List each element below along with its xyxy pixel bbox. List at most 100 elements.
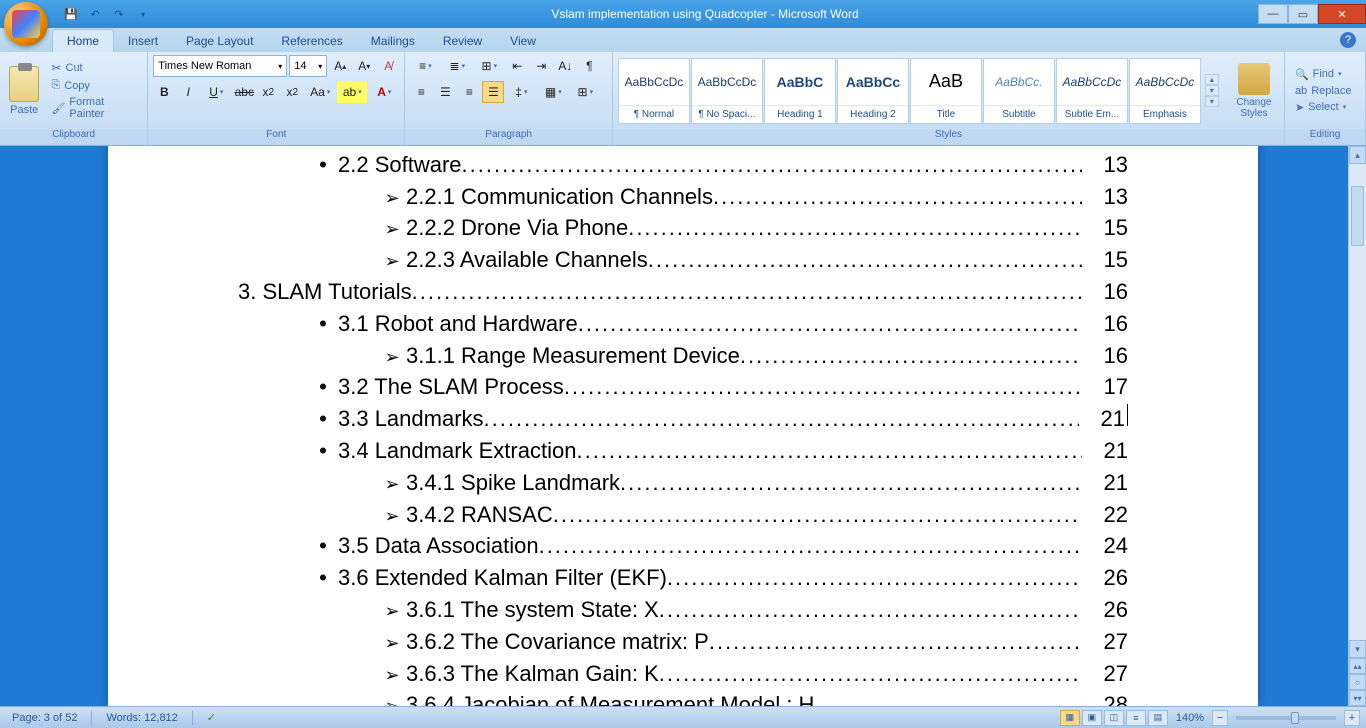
shading-button[interactable]: ▦▾	[538, 81, 568, 103]
tab-view[interactable]: View	[496, 30, 550, 52]
cut-button[interactable]: ✂Cut	[47, 60, 142, 76]
style-item-6[interactable]: AaBbCcDcSubtle Em...	[1056, 58, 1128, 124]
brush-icon: 🖌	[51, 102, 65, 115]
style-item-5[interactable]: AaBbCc.Subtitle	[983, 58, 1055, 124]
full-screen-view[interactable]: ▣	[1082, 710, 1102, 726]
qat-customize-icon[interactable]: ▾	[134, 5, 152, 23]
align-right-button[interactable]: ≡	[458, 81, 480, 103]
clear-formatting-button[interactable]: A̸	[377, 55, 399, 77]
save-icon[interactable]: 💾	[62, 5, 80, 23]
sort-button[interactable]: A↓	[554, 55, 576, 77]
web-layout-view[interactable]: ◫	[1104, 710, 1124, 726]
scissors-icon: ✂	[51, 61, 61, 75]
decrease-indent-button[interactable]: ⇤	[506, 55, 528, 77]
minimize-button[interactable]: —	[1258, 4, 1288, 24]
toc-dots	[576, 436, 1082, 468]
toc-dots	[667, 563, 1082, 595]
align-left-button[interactable]: ≡	[410, 81, 432, 103]
styles-expand[interactable]: ▾	[1205, 96, 1219, 107]
numbering-button[interactable]: ≣▾	[442, 55, 472, 77]
text-cursor	[1127, 404, 1128, 426]
paste-button[interactable]: Paste	[5, 66, 43, 116]
tab-mailings[interactable]: Mailings	[357, 30, 429, 52]
zoom-out-button[interactable]: −	[1212, 710, 1228, 726]
tab-insert[interactable]: Insert	[114, 30, 172, 52]
style-item-2[interactable]: AaBbCHeading 1	[764, 58, 836, 124]
page-indicator[interactable]: Page: 3 of 52	[6, 712, 83, 724]
justify-button[interactable]: ☰	[482, 81, 504, 103]
find-button[interactable]: 🔍Find▾	[1292, 67, 1355, 82]
undo-icon[interactable]: ↶	[86, 5, 104, 23]
print-layout-view[interactable]: ▦	[1060, 710, 1080, 726]
select-button[interactable]: ➤Select▾	[1292, 100, 1355, 115]
style-item-0[interactable]: AaBbCcDc¶ Normal	[618, 58, 690, 124]
style-item-4[interactable]: AaBTitle	[910, 58, 982, 124]
change-case-button[interactable]: Aa▾	[305, 81, 335, 103]
spellcheck-icon[interactable]: ✓	[201, 711, 222, 724]
bullet-icon: •	[308, 309, 338, 340]
highlight-button[interactable]: ab▾	[337, 81, 367, 103]
bold-button[interactable]: B	[153, 81, 175, 103]
tab-page-layout[interactable]: Page Layout	[172, 30, 267, 52]
toc-text: 3. SLAM Tutorials	[238, 277, 412, 308]
clipboard-group-label: Clipboard	[0, 129, 147, 145]
toc-text: 3.6.1 The system State: X	[406, 595, 659, 626]
bullet-icon: •	[308, 150, 338, 181]
style-item-1[interactable]: AaBbCcDc¶ No Spaci...	[691, 58, 763, 124]
redo-icon[interactable]: ↷	[110, 5, 128, 23]
zoom-slider-thumb[interactable]	[1291, 712, 1299, 724]
tab-review[interactable]: Review	[429, 30, 496, 52]
toc-page-number: 16	[1082, 309, 1128, 340]
bullets-button[interactable]: ≡▾	[410, 55, 440, 77]
style-item-3[interactable]: AaBbCcHeading 2	[837, 58, 909, 124]
replace-button[interactable]: abReplace	[1292, 84, 1355, 98]
font-color-button[interactable]: A▾	[369, 81, 399, 103]
office-button[interactable]	[4, 2, 48, 46]
zoom-level[interactable]: 140%	[1170, 712, 1210, 724]
zoom-slider[interactable]	[1236, 716, 1336, 720]
scroll-down-button[interactable]: ▾	[1349, 640, 1366, 658]
arrow-icon: ➢	[378, 146, 406, 147]
multilevel-list-button[interactable]: ⊞▾	[474, 55, 504, 77]
grow-font-button[interactable]: A▴	[329, 55, 351, 77]
scroll-thumb[interactable]	[1351, 186, 1364, 246]
zoom-in-button[interactable]: +	[1344, 710, 1360, 726]
document-page[interactable]: ➢2.1.2 About Parrot 11•2.2 Software 13➢2…	[108, 146, 1258, 706]
word-count[interactable]: Words: 12,812	[100, 712, 183, 724]
maximize-button[interactable]: ▭	[1288, 4, 1318, 24]
arrow-icon: ➢	[378, 663, 406, 688]
format-painter-button[interactable]: 🖌Format Painter	[47, 95, 142, 121]
font-name-selector[interactable]: Times New Roman▾	[153, 55, 287, 77]
close-button[interactable]: ✕	[1318, 4, 1366, 24]
window-title: Vslam implementation using Quadcopter - …	[152, 7, 1258, 21]
strikethrough-button[interactable]: abc	[233, 81, 255, 103]
toc-line: ➢2.2.1 Communication Channels 13	[238, 182, 1128, 214]
superscript-button[interactable]: x2	[281, 81, 303, 103]
document-area[interactable]: ➢2.1.2 About Parrot 11•2.2 Software 13➢2…	[0, 146, 1366, 706]
scroll-up-button[interactable]: ▴	[1349, 146, 1366, 164]
draft-view[interactable]: ▤	[1148, 710, 1168, 726]
font-size-selector[interactable]: 14▾	[289, 55, 327, 77]
toc-dots	[814, 690, 1082, 706]
outline-view[interactable]: ≡	[1126, 710, 1146, 726]
align-center-button[interactable]: ☰	[434, 81, 456, 103]
style-item-7[interactable]: AaBbCcDcEmphasis	[1129, 58, 1201, 124]
show-hide-button[interactable]: ¶	[578, 55, 600, 77]
shrink-font-button[interactable]: A▾	[353, 55, 375, 77]
borders-button[interactable]: ⊞▾	[570, 81, 600, 103]
prev-page-button[interactable]: ▴▴	[1349, 658, 1366, 674]
underline-button[interactable]: U▾	[201, 81, 231, 103]
increase-indent-button[interactable]: ⇥	[530, 55, 552, 77]
subscript-button[interactable]: x2	[257, 81, 279, 103]
browse-object-button[interactable]: ○	[1349, 674, 1366, 690]
styles-scroll-down[interactable]: ▾	[1205, 85, 1219, 96]
help-button[interactable]: ?	[1340, 32, 1356, 48]
line-spacing-button[interactable]: ‡▾	[506, 81, 536, 103]
tab-references[interactable]: References	[267, 30, 356, 52]
tab-home[interactable]: Home	[52, 29, 114, 52]
copy-button[interactable]: ⎘Copy	[47, 78, 142, 93]
change-styles-button[interactable]: Change Styles	[1229, 63, 1279, 119]
italic-button[interactable]: I	[177, 81, 199, 103]
styles-scroll-up[interactable]: ▴	[1205, 74, 1219, 85]
next-page-button[interactable]: ▾▾	[1349, 690, 1366, 706]
